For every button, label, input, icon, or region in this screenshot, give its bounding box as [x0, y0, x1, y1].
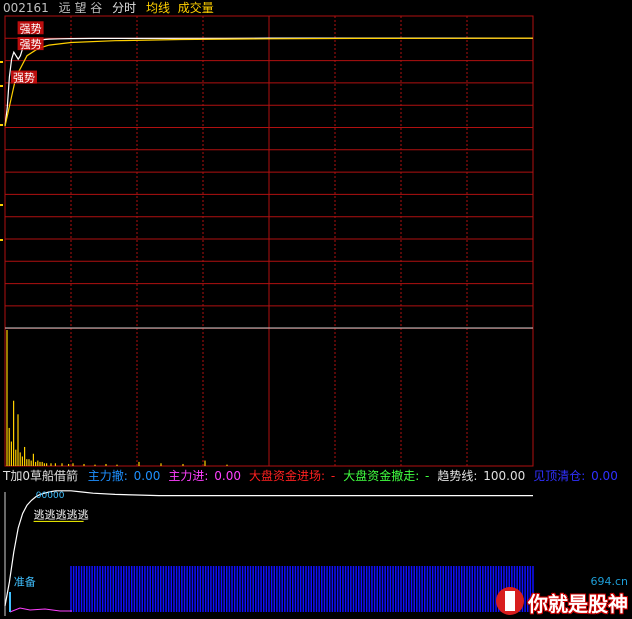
indicator-item: 大盘资金撤走: -	[343, 469, 431, 483]
stock-code: 002161	[3, 1, 49, 15]
watermark-site: 694.cn	[590, 575, 628, 588]
indicator-panel: 逃逃逃逃逃准备 00000	[4, 490, 534, 613]
indicator-item-label: 主力进:	[168, 469, 209, 483]
mode-label[interactable]: 分时	[112, 1, 136, 15]
indicator-name[interactable]: T加0草船借箭	[3, 469, 78, 483]
indicator-item: 主力进: 0.00	[168, 469, 243, 483]
avg-line-label[interactable]: 均线	[146, 1, 170, 15]
indicator-annotation: 准备	[14, 575, 36, 589]
indicator-item-value: 100.00	[479, 469, 526, 483]
indicator-annotation: 00000	[36, 491, 65, 501]
watermark-text: 你就是股神	[528, 592, 628, 616]
strong-tag: 强势	[13, 72, 35, 85]
indicator-item: 见顶清仓: 0.00	[533, 469, 620, 483]
stock-name: 远 望 谷	[58, 1, 103, 15]
indicator-item-label: 大盘资金撤走:	[343, 469, 420, 483]
indicator-item-value: -	[327, 469, 336, 483]
volume-label[interactable]: 成交量	[178, 1, 214, 15]
strong-tag: 强势	[20, 22, 42, 35]
watermark: 694.cn 你就是股神	[496, 575, 628, 617]
indicator-item-value: 0.00	[210, 469, 241, 483]
strong-tag: 强势	[20, 38, 42, 51]
watermark-logo-icon	[496, 587, 524, 615]
chart-grid	[0, 15, 534, 616]
volume-panel	[6, 330, 228, 466]
indicator-item-label: 趋势线:	[437, 469, 478, 483]
indicator-item-label: 大盘资金进场:	[248, 469, 326, 483]
indicator-item-label: 主力撤:	[87, 469, 128, 483]
indicator-annotation: 逃逃逃逃逃	[34, 508, 89, 521]
indicator-item: 大盘资金进场: -	[249, 469, 337, 483]
indicator-item: 趋势线: 100.00	[437, 469, 527, 483]
intraday-chart: 强势强势强势 逃逃逃逃逃准备00000	[0, 15, 534, 616]
indicator-item-label: 见顶清仓:	[533, 469, 586, 483]
chart-header: 002161 远 望 谷 分时 均线 成交量	[3, 0, 220, 16]
indicator-item-value: -	[421, 469, 430, 483]
indicator-item-value: 0.00	[587, 469, 618, 483]
indicator-header: T加0草船借箭 主力撤: 0.00 主力进: 0.00 大盘资金进场: - 大盘资金撤…	[3, 468, 622, 484]
indicator-item-value: 0.00	[129, 469, 161, 483]
flow-line	[9, 607, 72, 613]
indicator-item: 主力撤: 0.00	[88, 469, 163, 483]
